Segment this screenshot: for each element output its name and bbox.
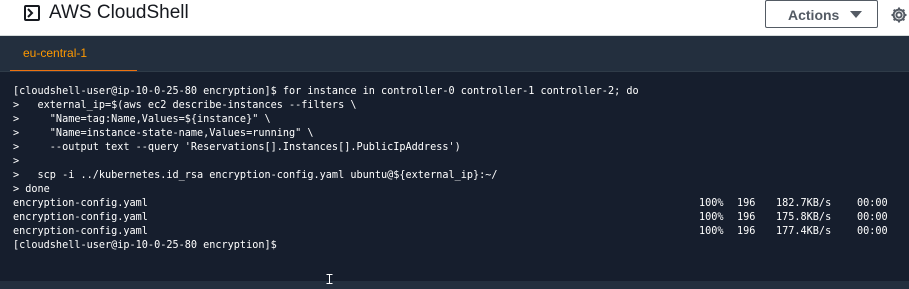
terminal-line: > done bbox=[13, 184, 50, 195]
transfer-size: 196 bbox=[737, 198, 756, 209]
terminal-icon bbox=[24, 5, 40, 21]
transfer-rate: 175.8KB/s bbox=[776, 212, 832, 223]
transfer-rate: 182.7KB/s bbox=[776, 198, 832, 209]
transfer-percent: 100% bbox=[699, 212, 724, 223]
caret-down-icon bbox=[850, 11, 862, 18]
actions-button-label: Actions bbox=[788, 7, 840, 23]
transfer-percent: 100% bbox=[699, 198, 724, 209]
tab-label: eu-central-1 bbox=[23, 46, 88, 60]
terminal[interactable]: [cloudshell-user@ip-10-0-25-80 encryptio… bbox=[0, 72, 909, 281]
transfer-time: 00:00 bbox=[857, 198, 888, 209]
tab-bar: eu-central-1 bbox=[0, 37, 909, 72]
terminal-line: > scp -i ../kubernetes.id_rsa encryption… bbox=[13, 170, 498, 181]
terminal-line: > bbox=[13, 156, 20, 167]
gear-icon[interactable] bbox=[890, 6, 908, 24]
actions-button[interactable]: Actions bbox=[765, 0, 878, 28]
transfer-file: encryption-config.yaml bbox=[13, 212, 148, 223]
transfer-size: 196 bbox=[737, 226, 756, 237]
transfer-file: encryption-config.yaml bbox=[13, 226, 148, 237]
terminal-line: > "Name=tag:Name,Values=${instance}" \ bbox=[13, 114, 271, 125]
terminal-line: > --output text --query 'Reservations[].… bbox=[13, 142, 461, 153]
terminal-line: [cloudshell-user@ip-10-0-25-80 encryptio… bbox=[13, 86, 639, 97]
transfer-rate: 177.4KB/s bbox=[776, 226, 832, 237]
terminal-prompt: [cloudshell-user@ip-10-0-25-80 encryptio… bbox=[13, 240, 277, 251]
transfer-percent: 100% bbox=[699, 226, 724, 237]
transfer-file: encryption-config.yaml bbox=[13, 198, 148, 209]
tab-eu-central-1[interactable]: eu-central-1 bbox=[10, 37, 137, 72]
top-bar: AWS CloudShell Actions bbox=[0, 0, 909, 36]
transfer-time: 00:00 bbox=[857, 212, 888, 223]
terminal-line: > external_ip=$(aws ec2 describe-instanc… bbox=[13, 100, 357, 111]
text-cursor-icon bbox=[326, 271, 333, 284]
transfer-time: 00:00 bbox=[857, 226, 888, 237]
terminal-line: > "Name=instance-state-name,Values=runni… bbox=[13, 128, 314, 139]
transfer-size: 196 bbox=[737, 212, 756, 223]
app-title: AWS CloudShell bbox=[49, 2, 189, 23]
